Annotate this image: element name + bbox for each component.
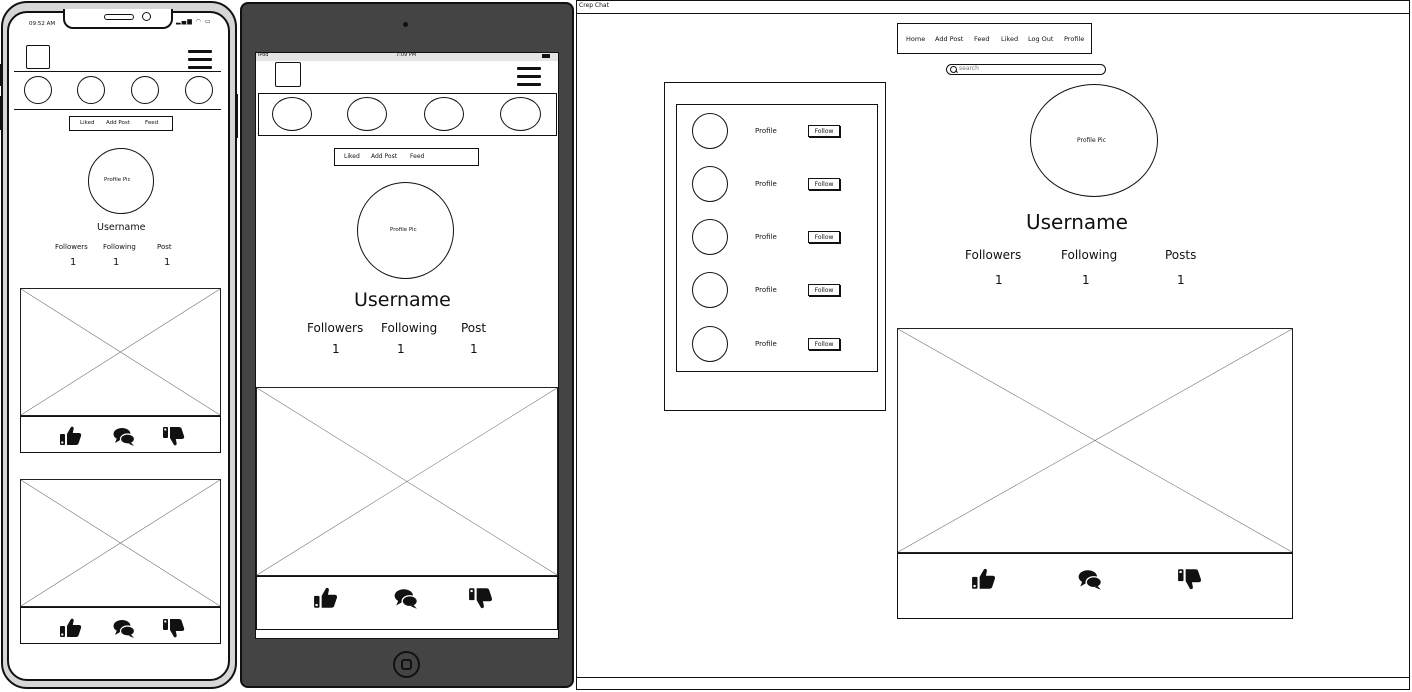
tablet-nav-add-post[interactable]: Add Post <box>371 153 397 160</box>
phone-speaker <box>104 14 134 20</box>
phone-camera <box>142 12 151 21</box>
tablet-post-image <box>256 387 558 576</box>
tablet-profile-pic-label: Profile Pic <box>390 227 417 233</box>
phone-side-button <box>235 94 238 138</box>
tablet-nav-liked[interactable]: Liked <box>344 153 360 160</box>
phone-username: Username <box>97 222 146 233</box>
thumbs-down-icon[interactable] <box>467 585 495 611</box>
desktop-nav-bar <box>897 23 1092 54</box>
phone-post-label: Post <box>157 243 172 251</box>
phone-nav-feed[interactable]: Feed <box>145 120 158 126</box>
phone-status-time: 09:52 AM <box>29 21 56 27</box>
phone-following-count: 1 <box>113 257 120 268</box>
thumbs-up-icon[interactable] <box>312 585 340 611</box>
thumbs-up-icon[interactable] <box>58 616 84 640</box>
desktop-nav-liked[interactable]: Liked <box>1001 35 1018 43</box>
phone-followers-label: Followers <box>55 243 88 251</box>
phone-side-button <box>0 96 3 130</box>
phone-status-icons: ▂▄▆ ◠ ▭ <box>176 18 212 25</box>
desktop-posts-label: Posts <box>1165 248 1197 262</box>
desktop-profile-pic-label: Profile Pic <box>1077 137 1107 144</box>
phone-nav-add-post[interactable]: Add Post <box>106 120 130 126</box>
tablet-camera <box>403 22 408 27</box>
desktop-username: Username <box>1026 210 1128 234</box>
desktop-posts-count: 1 <box>1177 273 1185 287</box>
follow-button[interactable]: Follow <box>808 284 840 296</box>
tablet-story-circle[interactable] <box>272 97 312 131</box>
phone-nav-liked[interactable]: Liked <box>80 120 94 126</box>
thumbs-up-icon[interactable] <box>58 424 84 448</box>
follow-button[interactable]: Follow <box>808 338 840 350</box>
tablet-story-circle[interactable] <box>347 97 387 131</box>
comment-icon[interactable] <box>1074 567 1106 593</box>
phone-profile-pic-label: Profile Pic <box>104 177 131 183</box>
tablet-logo-placeholder[interactable] <box>275 62 301 87</box>
suggestion-avatar[interactable] <box>692 326 728 362</box>
desktop-nav-home[interactable]: Home <box>906 35 925 43</box>
suggestion-profile-label[interactable]: Profile <box>755 127 777 135</box>
thumbs-down-icon[interactable] <box>161 616 187 640</box>
phone-followers-count: 1 <box>70 257 77 268</box>
tablet-followers-label: Followers <box>307 321 364 335</box>
desktop-followers-label: Followers <box>965 248 1022 262</box>
desktop-following-count: 1 <box>1082 273 1090 287</box>
desktop-followers-count: 1 <box>995 273 1003 287</box>
follow-button[interactable]: Follow <box>808 125 840 137</box>
tablet-nav-feed[interactable]: Feed <box>410 153 424 160</box>
phone-story-circle[interactable] <box>185 76 213 104</box>
desktop-nav-profile[interactable]: Profile <box>1064 35 1084 43</box>
tablet-menu-icon[interactable] <box>517 67 541 91</box>
home-button-inner <box>401 659 412 670</box>
phone-story-circle[interactable] <box>131 76 159 104</box>
phone-story-circle[interactable] <box>24 76 52 104</box>
tablet-status-left: iPod <box>258 52 269 58</box>
tablet-following-label: Following <box>381 321 438 335</box>
comment-icon[interactable] <box>110 425 138 449</box>
follow-button[interactable]: Follow <box>808 231 840 243</box>
phone-logo-placeholder[interactable] <box>26 45 50 69</box>
comment-icon[interactable] <box>390 586 422 612</box>
desktop-bottom-bar <box>577 677 1409 678</box>
tablet-story-circle[interactable] <box>500 97 541 131</box>
phone-post-count: 1 <box>164 257 171 268</box>
desktop-titlebar <box>577 1 1409 14</box>
suggestion-profile-label[interactable]: Profile <box>755 340 777 348</box>
tablet-status-time: 7:09 PM <box>396 52 417 58</box>
tablet-followers-count: 1 <box>332 342 340 356</box>
tablet-following-count: 1 <box>397 342 405 356</box>
phone-post-image <box>20 479 221 607</box>
tablet-post-count: 1 <box>470 342 478 356</box>
suggestion-profile-label[interactable]: Profile <box>755 286 777 294</box>
suggestion-avatar[interactable] <box>692 166 728 202</box>
desktop-window-title: Crep Chat <box>579 2 609 9</box>
desktop-search-placeholder: search <box>959 65 979 72</box>
tablet-username: Username <box>354 289 451 311</box>
thumbs-down-icon[interactable] <box>161 424 187 448</box>
phone-story-circle[interactable] <box>77 76 105 104</box>
suggestion-avatar[interactable] <box>692 113 728 149</box>
suggestion-avatar[interactable] <box>692 219 728 255</box>
desktop-nav-feed[interactable]: Feed <box>974 35 990 43</box>
battery-icon <box>542 54 550 58</box>
phone-following-label: Following <box>103 243 136 251</box>
phone-side-button <box>0 64 3 86</box>
follow-button[interactable]: Follow <box>808 178 840 190</box>
suggestion-profile-label[interactable]: Profile <box>755 180 777 188</box>
comment-icon[interactable] <box>110 617 138 641</box>
desktop-following-label: Following <box>1061 248 1118 262</box>
phone-post-image <box>20 288 221 416</box>
tablet-post-label: Post <box>461 321 487 335</box>
desktop-post-image <box>897 328 1293 553</box>
thumbs-up-icon[interactable] <box>970 566 998 592</box>
thumbs-down-icon[interactable] <box>1176 566 1204 592</box>
suggestion-profile-label[interactable]: Profile <box>755 233 777 241</box>
suggestion-avatar[interactable] <box>692 272 728 308</box>
desktop-nav-log-out[interactable]: Log Out <box>1028 35 1053 43</box>
desktop-nav-add-post[interactable]: Add Post <box>935 35 963 43</box>
tablet-story-circle[interactable] <box>424 97 464 131</box>
